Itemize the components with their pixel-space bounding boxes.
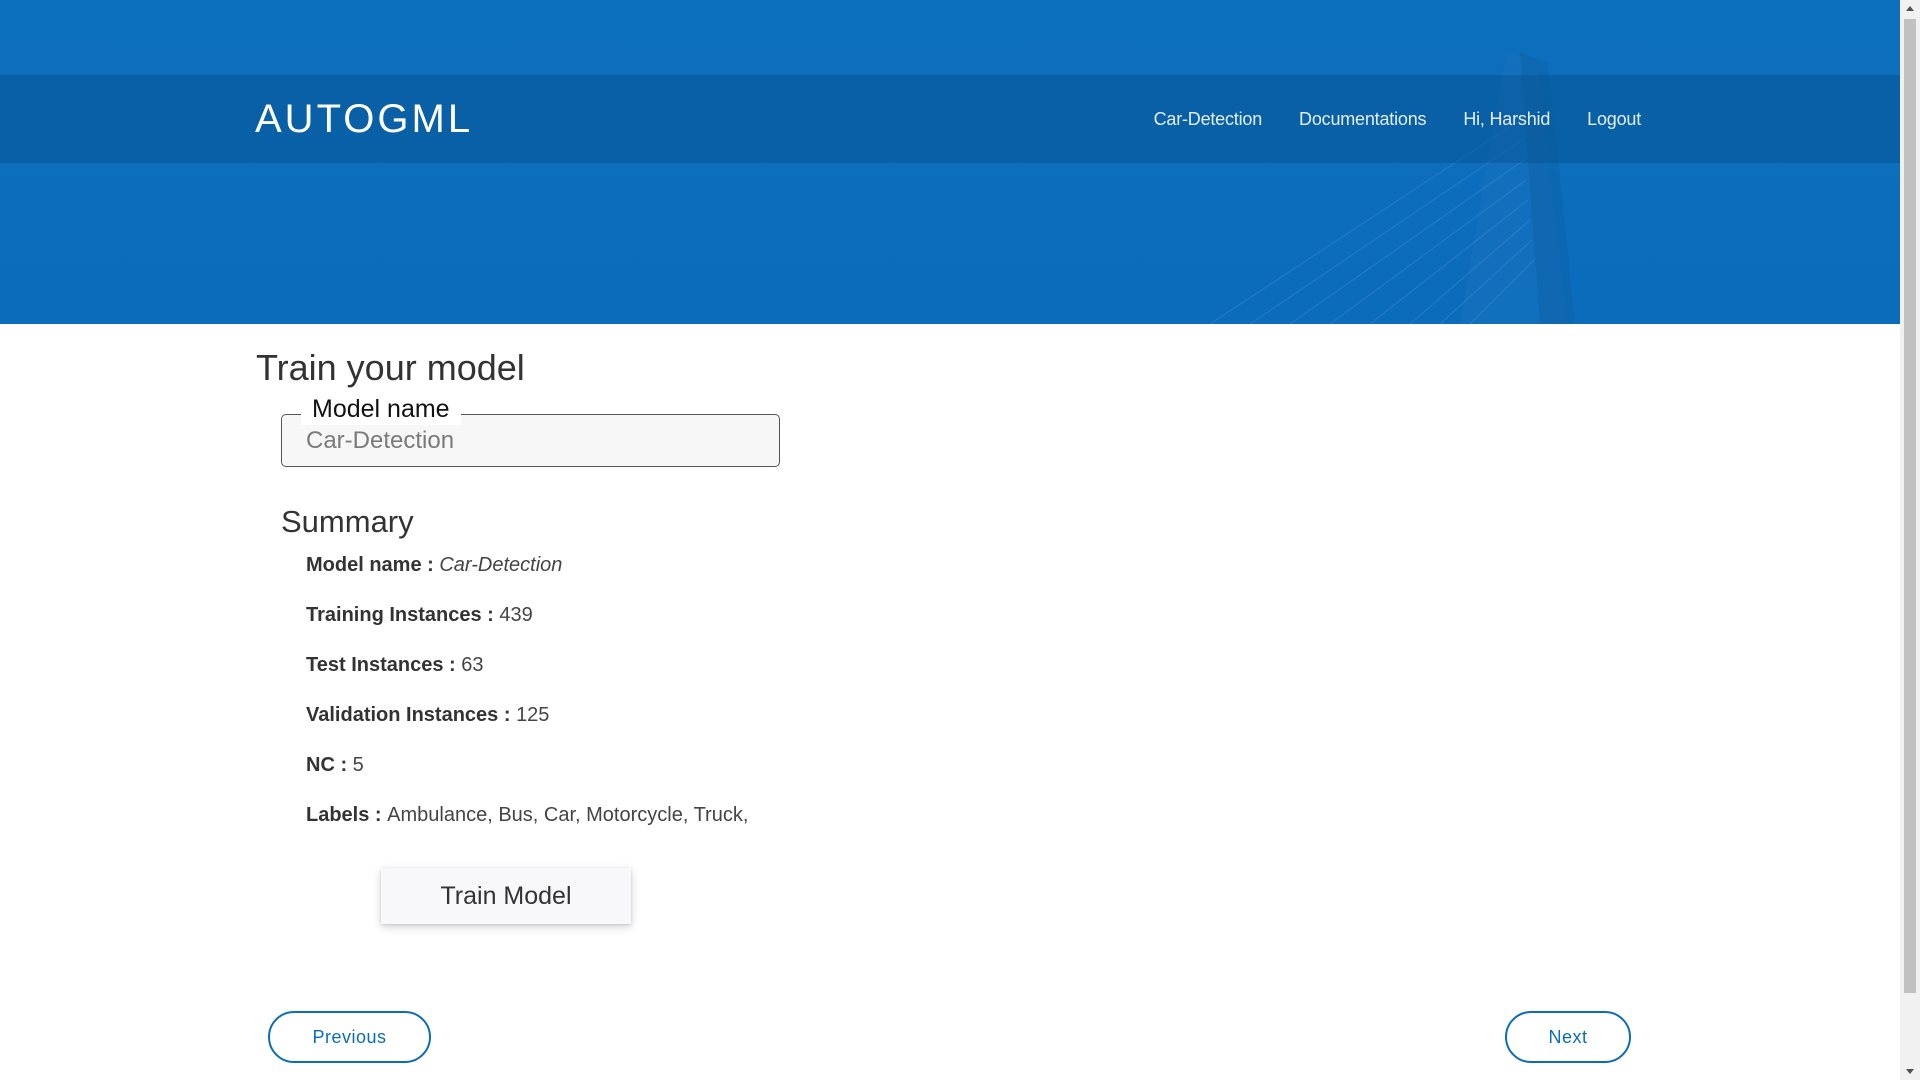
model-name-fieldset: Model name bbox=[281, 393, 780, 467]
summary-value: Ambulance, Bus, Car, Motorcycle, Truck, bbox=[387, 804, 749, 826]
summary-key: Model name : bbox=[306, 554, 440, 576]
summary-value: 125 bbox=[516, 704, 550, 726]
nav-links: Car-Detection Documentations Hi, Harshid… bbox=[1154, 75, 1642, 163]
hero-banner: AUTOGML Car-Detection Documentations Hi,… bbox=[0, 0, 1900, 324]
nav-link-user-greeting[interactable]: Hi, Harshid bbox=[1463, 109, 1550, 130]
previous-button[interactable]: Previous bbox=[268, 1011, 431, 1063]
summary-key: NC : bbox=[306, 754, 353, 776]
page-scrollbar[interactable] bbox=[1900, 0, 1920, 1080]
nav-link-documentations[interactable]: Documentations bbox=[1299, 109, 1426, 130]
nav-link-car-detection[interactable]: Car-Detection bbox=[1154, 109, 1263, 130]
triangle-down-icon[interactable] bbox=[1900, 1063, 1920, 1080]
summary-value: 439 bbox=[499, 604, 533, 626]
summary-row-test-instances: Test Instances : 63 bbox=[306, 652, 748, 702]
top-navbar: AUTOGML Car-Detection Documentations Hi,… bbox=[0, 75, 1900, 163]
summary-value: 63 bbox=[461, 654, 484, 676]
summary-row-nc: NC : 5 bbox=[306, 752, 748, 802]
summary-key: Test Instances : bbox=[306, 654, 462, 676]
summary-row-labels: Labels : Ambulance, Bus, Car, Motorcycle… bbox=[306, 802, 748, 852]
brand-logo[interactable]: AUTOGML bbox=[255, 97, 473, 141]
summary-value: Car-Detection bbox=[439, 554, 563, 576]
train-model-button[interactable]: Train Model bbox=[381, 868, 631, 924]
summary-key: Labels : bbox=[306, 804, 388, 826]
page-title: Train your model bbox=[256, 347, 525, 388]
scrollbar-thumb[interactable] bbox=[1904, 19, 1916, 993]
summary-key: Validation Instances : bbox=[306, 704, 517, 726]
summary-row-validation-instances: Validation Instances : 125 bbox=[306, 702, 748, 752]
summary-heading: Summary bbox=[281, 504, 414, 539]
summary-key: Training Instances : bbox=[306, 604, 500, 626]
model-name-legend: Model name bbox=[301, 393, 461, 425]
nav-link-logout[interactable]: Logout bbox=[1587, 109, 1641, 130]
model-name-input[interactable] bbox=[306, 425, 756, 457]
summary-row-model-name: Model name : Car-Detection bbox=[306, 552, 748, 602]
summary-row-training-instances: Training Instances : 439 bbox=[306, 602, 748, 652]
summary-list: Model name : Car-Detection Training Inst… bbox=[306, 552, 748, 852]
triangle-up-icon[interactable] bbox=[1900, 0, 1920, 17]
next-button[interactable]: Next bbox=[1505, 1011, 1631, 1063]
summary-value: 5 bbox=[352, 754, 364, 776]
